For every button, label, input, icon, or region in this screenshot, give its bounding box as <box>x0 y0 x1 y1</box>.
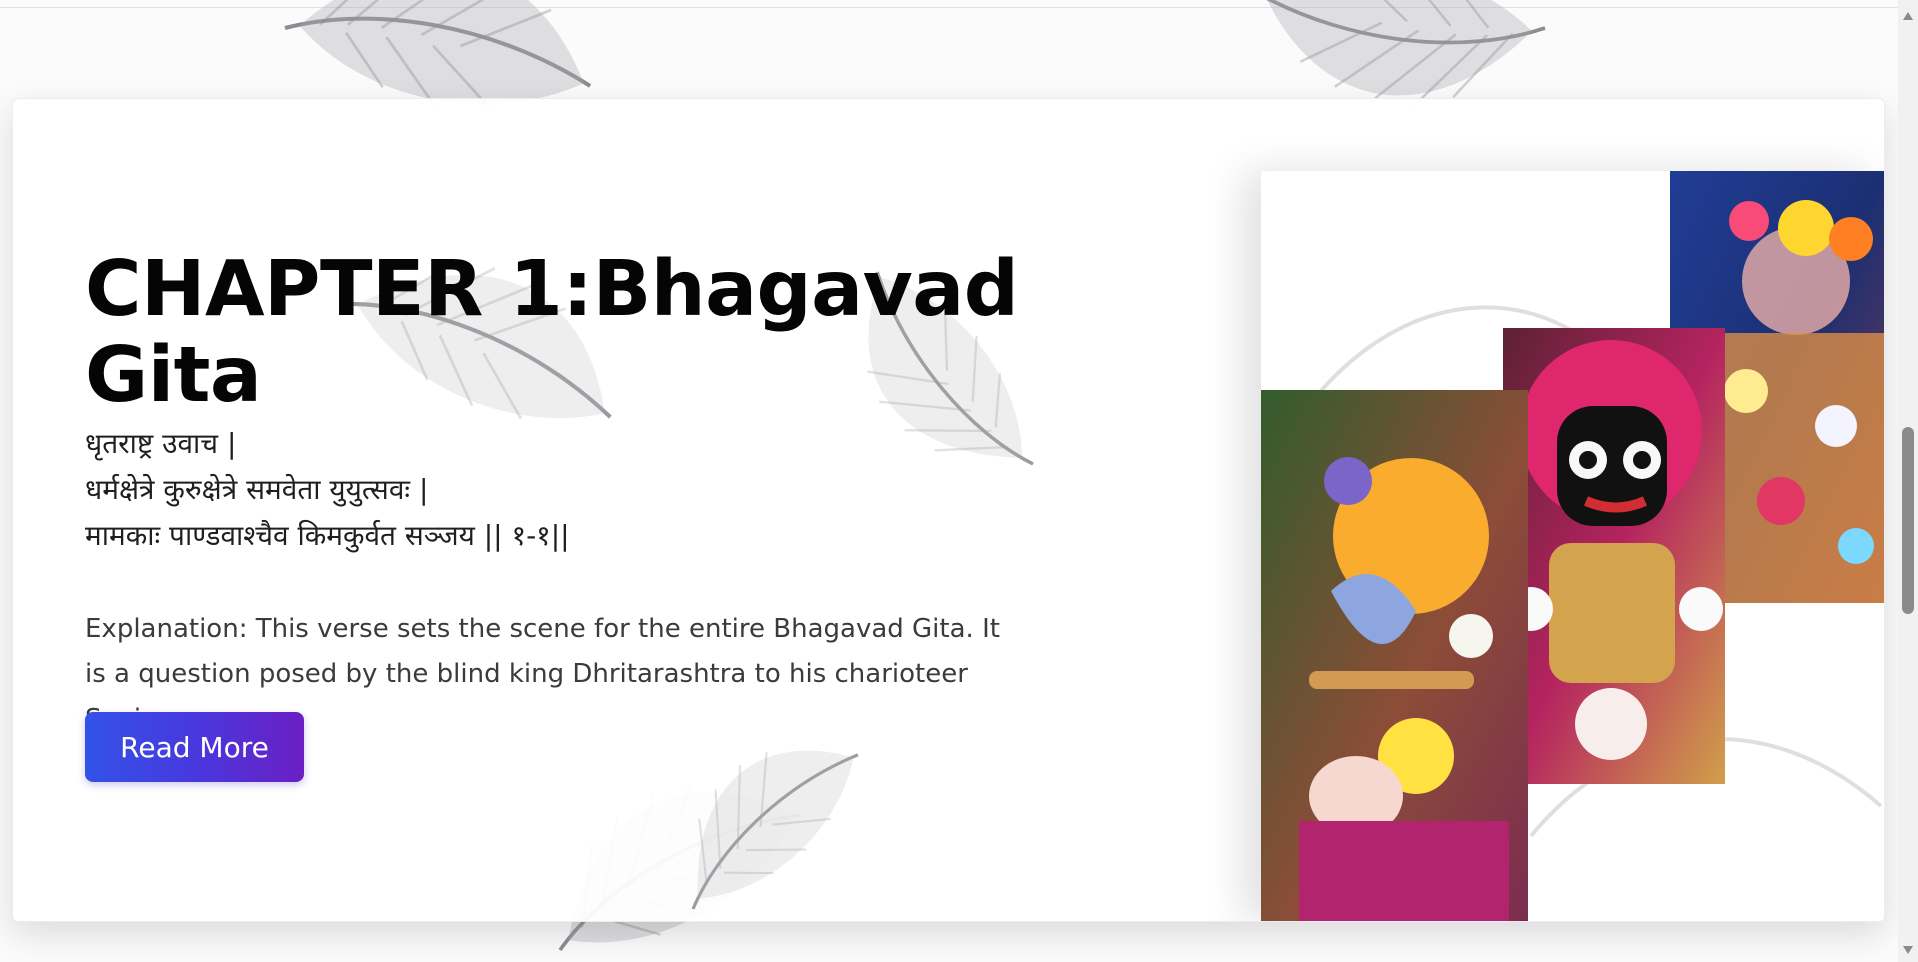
sanskrit-verse: धृतराष्ट्र उवाच | धर्मक्षेत्रे कुरुक्षेत… <box>85 421 1025 559</box>
page: CHAPTER 1:Bhagavad Gita धृतराष्ट्र उवाच … <box>0 0 1918 962</box>
chapter-content: CHAPTER 1:Bhagavad Gita धृतराष्ट्र उवाच … <box>85 247 1025 742</box>
krishna-image-left <box>1261 390 1528 921</box>
jagannath-image-center <box>1503 328 1725 784</box>
chapter-title: CHAPTER 1:Bhagavad Gita <box>85 245 1019 420</box>
verse-line-1: धृतराष्ट्र उवाच | <box>85 427 237 460</box>
scroll-up-arrow-icon[interactable] <box>1903 12 1913 20</box>
deity-collage-graphic <box>1261 171 1884 921</box>
scroll-thumb[interactable] <box>1902 427 1914 614</box>
scroll-down-arrow-icon[interactable] <box>1903 946 1913 954</box>
vertical-scrollbar[interactable] <box>1898 0 1918 962</box>
verse-line-3: मामकाः पाण्डवाश्चैव किमकुर्वत सञ्जय || १… <box>85 519 570 552</box>
deity-collage-image <box>1261 171 1884 921</box>
verse-line-2: धर्मक्षेत्रे कुरुक्षेत्रे समवेता युयुत्स… <box>85 473 429 506</box>
read-more-button[interactable]: Read More <box>85 712 304 782</box>
chapter-card: CHAPTER 1:Bhagavad Gita धृतराष्ट्र उवाच … <box>12 98 1885 922</box>
header-divider <box>0 7 1898 8</box>
